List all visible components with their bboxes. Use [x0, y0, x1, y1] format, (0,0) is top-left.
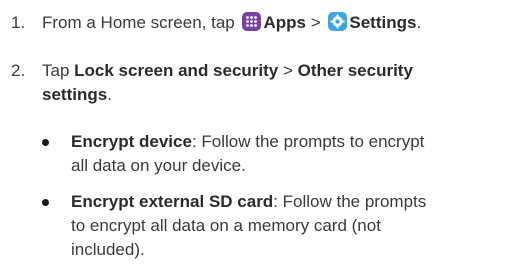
encrypt-device-desc-1: : Follow the prompts to encrypt: [191, 132, 425, 151]
encrypt-sd-desc-3: included).: [71, 240, 145, 259]
lock-screen-label: Lock screen and security: [74, 61, 279, 80]
step-number: 1.: [11, 13, 26, 32]
step-2-text: Tap Lock screen and security > Other sec…: [42, 59, 502, 107]
step-1-intro: From a Home screen, tap: [42, 13, 235, 32]
step-2-end: .: [107, 85, 112, 104]
bullet-dot: [42, 139, 49, 146]
step-number: 2.: [11, 61, 26, 80]
encrypt-sd-title: Encrypt external SD card: [71, 192, 274, 211]
bullet-line-1: Encrypt external SD card: Follow the pro…: [71, 190, 501, 214]
step-2-intro: Tap: [42, 61, 70, 80]
other-security-label-cont: settings: [42, 85, 108, 104]
settings-label: Settings: [349, 13, 417, 32]
encrypt-device-desc-2: all data on your device.: [71, 156, 246, 175]
apps-label: Apps: [263, 13, 306, 32]
bullet-line-1: Encrypt device: Follow the prompts to en…: [71, 130, 501, 154]
bullet-line-2: to encrypt all data on a memory card (no…: [71, 214, 501, 238]
other-security-label: Other security: [297, 61, 413, 80]
apps-grid-icon: [242, 12, 262, 31]
separator: >: [282, 61, 293, 80]
encrypt-device-title: Encrypt device: [71, 132, 192, 151]
bullet-line-3: included).: [71, 238, 501, 262]
step-1-end: .: [416, 13, 422, 32]
step-2-line-2: settings.: [42, 83, 502, 107]
separator: >: [310, 13, 321, 32]
step-1-text: From a Home screen, tap Apps > Settings.: [42, 11, 502, 35]
encrypt-sd-desc-2: to encrypt all data on a memory card (no…: [71, 216, 381, 235]
bullet-dot: [42, 199, 49, 206]
step-2-line-1: Tap Lock screen and security > Other sec…: [42, 59, 502, 83]
settings-gear-icon: [328, 12, 348, 31]
bullet-line-2: all data on your device.: [71, 154, 501, 178]
bullet-text: Encrypt external SD card: Follow the pro…: [71, 190, 501, 262]
bullet-text: Encrypt device: Follow the prompts to en…: [71, 130, 501, 178]
encrypt-sd-desc-1: : Follow the prompts: [273, 192, 427, 211]
instruction-document: 1. From a Home screen, tap Apps > Settin…: [0, 0, 511, 277]
